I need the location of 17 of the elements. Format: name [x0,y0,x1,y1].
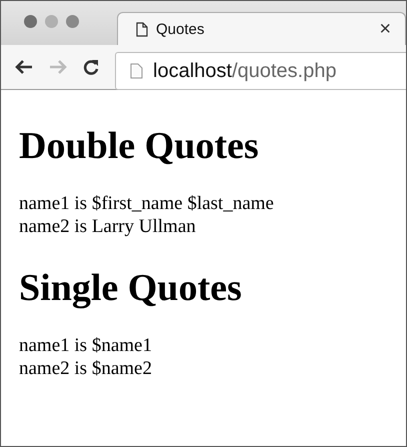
browser-tab[interactable]: Quotes × [117,12,406,45]
tab-close-button[interactable]: × [379,18,391,40]
zoom-window-icon[interactable] [66,15,79,28]
text-line: name1 is $first_name $last_name [19,192,274,215]
page-heading: Single Quotes [19,266,243,310]
page-icon [136,22,148,36]
page-heading: Double Quotes [19,124,260,168]
address-bar[interactable]: localhost/quotes.php [115,52,406,90]
text-line: name1 is $name1 [19,334,152,357]
url-text: localhost/quotes.php [153,60,336,82]
back-icon[interactable] [15,60,33,74]
close-window-icon[interactable] [24,15,37,28]
tab-title: Quotes [156,20,206,38]
text-line: name2 is $name2 [19,357,152,380]
page-icon [130,63,143,79]
reload-icon[interactable] [83,59,99,75]
text-line: name2 is Larry Ullman [19,215,196,238]
